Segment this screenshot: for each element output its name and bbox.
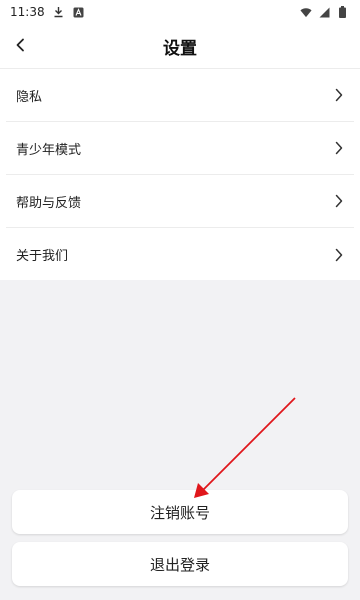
chevron-left-icon [15,37,25,56]
logout-button[interactable]: 退出登录 [12,542,348,586]
settings-item-label: 关于我们 [16,249,69,264]
chevron-right-icon [332,248,346,262]
chevron-right-icon [332,141,346,155]
chevron-right-icon [332,88,346,102]
settings-item-label: 青少年模式 [16,142,82,158]
page-title: 设置 [163,38,197,59]
signal-icon [318,6,330,18]
status-right [300,6,348,18]
app-bar: 设置 [0,24,360,68]
settings-item-label: 隐私 [16,89,43,105]
status-time: 11:38 [10,5,45,19]
status-bar: 11:38 [0,0,360,24]
settings-item-privacy[interactable]: 隐私 [6,69,354,122]
wifi-icon [300,6,312,18]
back-button[interactable] [6,32,34,60]
settings-item-about-us[interactable]: 关于我们 [6,228,354,281]
status-left: 11:38 [10,5,85,19]
settings-item-youth-mode[interactable]: 青少年模式 [6,122,354,175]
settings-item-help-feedback[interactable]: 帮助与反馈 [6,175,354,228]
settings-item-label: 帮助与反馈 [16,195,82,211]
a-box-icon [73,6,85,18]
battery-icon [336,6,348,18]
settings-list: 隐私 青少年模式 帮助与反馈 关于我们 [0,68,360,280]
chevron-right-icon [332,194,346,208]
cancel-account-button[interactable]: 注销账号 [12,490,348,534]
download-icon [53,6,65,18]
